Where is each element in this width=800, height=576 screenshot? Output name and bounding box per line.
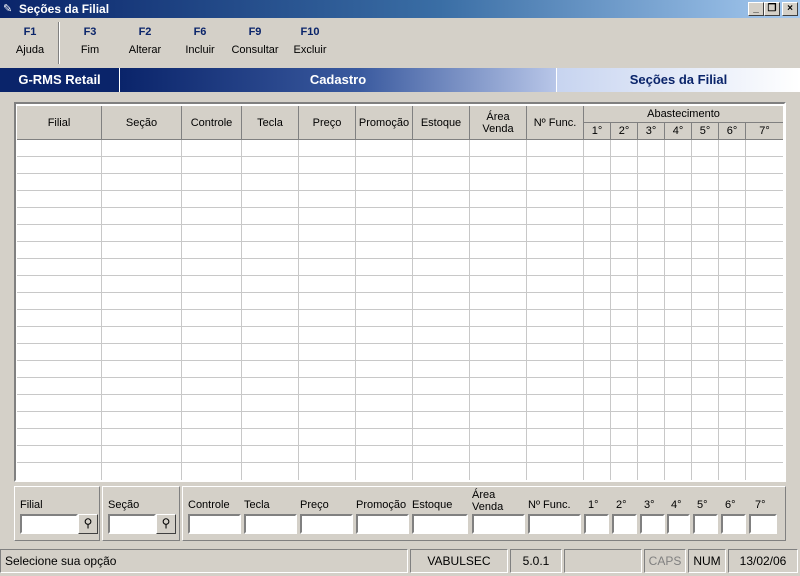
col-header-day-4[interactable]: 4° [665, 123, 692, 140]
insert-key: F6 [193, 26, 207, 38]
help-label: Ajuda [15, 44, 45, 56]
edit-key: F2 [138, 26, 152, 38]
title-bar: ✎ Seções da Filial _ ❐ × [0, 0, 800, 18]
day-2-input[interactable] [612, 514, 637, 534]
estoque-label: Estoque [412, 499, 453, 511]
col-header-preco[interactable]: Preço [299, 106, 356, 140]
screen-name: Seções da Filial [556, 68, 800, 92]
day-3-label: 3° [644, 499, 655, 511]
binoculars-icon: ⚲ [161, 516, 171, 530]
col-header-tecla[interactable]: Tecla [242, 106, 299, 140]
promocao-input[interactable] [356, 514, 409, 534]
secao-panel: Seção ⚲ [102, 486, 180, 541]
col-group-abastecimento: Abastecimento [584, 106, 783, 123]
day-5-label: 5° [697, 499, 708, 511]
data-grid[interactable]: Filial Seção Controle Tecla Preço Promoç… [17, 106, 783, 480]
delete-label: Excluir [293, 44, 327, 56]
status-version: 5.0.1 [510, 549, 562, 573]
secao-label: Seção [108, 499, 140, 511]
col-header-day-1[interactable]: 1° [584, 123, 611, 140]
col-header-day-5[interactable]: 5° [692, 123, 719, 140]
col-header-day-6[interactable]: 6° [719, 123, 746, 140]
status-num: NUM [688, 549, 726, 573]
restore-button[interactable]: ❐ [764, 2, 780, 16]
app-name: G-RMS Retail [0, 68, 120, 92]
status-program: VABULSEC [410, 549, 508, 573]
status-empty [564, 549, 642, 573]
window-title: Seções da Filial [19, 2, 110, 16]
edit-button[interactable]: F2 Alterar [115, 26, 175, 56]
preco-label: Preço [300, 499, 329, 511]
col-header-n-func[interactable]: Nº Func. [527, 106, 584, 140]
query-button[interactable]: F9 Consultar [225, 26, 285, 56]
day-4-label: 4° [671, 499, 682, 511]
grid-lines [17, 140, 783, 480]
col-header-area-venda[interactable]: Área Venda [470, 106, 527, 140]
delete-button[interactable]: F10 Excluir [280, 26, 340, 56]
day-2-label: 2° [616, 499, 627, 511]
area-venda-label: Área Venda [472, 489, 504, 513]
col-header-filial[interactable]: Filial [17, 106, 102, 140]
tecla-label: Tecla [244, 499, 270, 511]
filial-label: Filial [20, 499, 43, 511]
filial-lookup-button[interactable]: ⚲ [78, 514, 98, 534]
help-button[interactable]: F1 Ajuda [0, 26, 60, 56]
status-date: 13/02/06 [728, 549, 798, 573]
delete-key: F10 [300, 26, 320, 38]
col-header-promocao[interactable]: Promoção [356, 106, 413, 140]
secao-lookup-button[interactable]: ⚲ [156, 514, 176, 534]
controle-label: Controle [188, 499, 230, 511]
exit-button[interactable]: F3 Fim [60, 26, 120, 56]
feather-icon: ✎ [3, 3, 13, 15]
col-header-day-2[interactable]: 2° [611, 123, 638, 140]
col-header-day-3[interactable]: 3° [638, 123, 665, 140]
secao-input[interactable] [108, 514, 156, 534]
controle-input[interactable] [188, 514, 241, 534]
binoculars-icon: ⚲ [83, 516, 93, 530]
module-name: Cadastro [120, 68, 556, 92]
day-5-input[interactable] [693, 514, 718, 534]
fields-panel: Controle Tecla Preço Promoção Estoque Ár… [182, 486, 786, 541]
filial-input[interactable] [20, 514, 78, 534]
help-key: F1 [23, 26, 37, 38]
status-caps: CAPS [644, 549, 686, 573]
day-1-input[interactable] [584, 514, 609, 534]
promocao-label: Promoção [356, 499, 407, 511]
preco-input[interactable] [300, 514, 353, 534]
estoque-input[interactable] [412, 514, 468, 534]
day-3-input[interactable] [640, 514, 665, 534]
exit-label: Fim [80, 44, 100, 56]
col-header-day-7[interactable]: 7° [746, 123, 783, 140]
day-7-label: 7° [755, 499, 766, 511]
insert-button[interactable]: F6 Incluir [170, 26, 230, 56]
col-header-secao[interactable]: Seção [102, 106, 182, 140]
query-key: F9 [248, 26, 262, 38]
n-func-input[interactable] [528, 514, 581, 534]
edit-label: Alterar [128, 44, 162, 56]
day-7-input[interactable] [749, 514, 777, 534]
col-header-estoque[interactable]: Estoque [413, 106, 470, 140]
exit-key: F3 [83, 26, 97, 38]
filial-panel: Filial ⚲ [14, 486, 100, 541]
close-button[interactable]: × [782, 2, 798, 16]
minimize-button[interactable]: _ [748, 2, 764, 16]
col-header-controle[interactable]: Controle [182, 106, 242, 140]
day-1-label: 1° [588, 499, 599, 511]
insert-label: Incluir [185, 44, 215, 56]
n-func-label: Nº Func. [528, 499, 571, 511]
area-venda-input[interactable] [472, 514, 525, 534]
tecla-input[interactable] [244, 514, 297, 534]
query-label: Consultar [231, 44, 279, 56]
status-message: Selecione sua opção [0, 549, 408, 573]
day-6-label: 6° [725, 499, 736, 511]
day-6-input[interactable] [721, 514, 746, 534]
day-4-input[interactable] [667, 514, 690, 534]
